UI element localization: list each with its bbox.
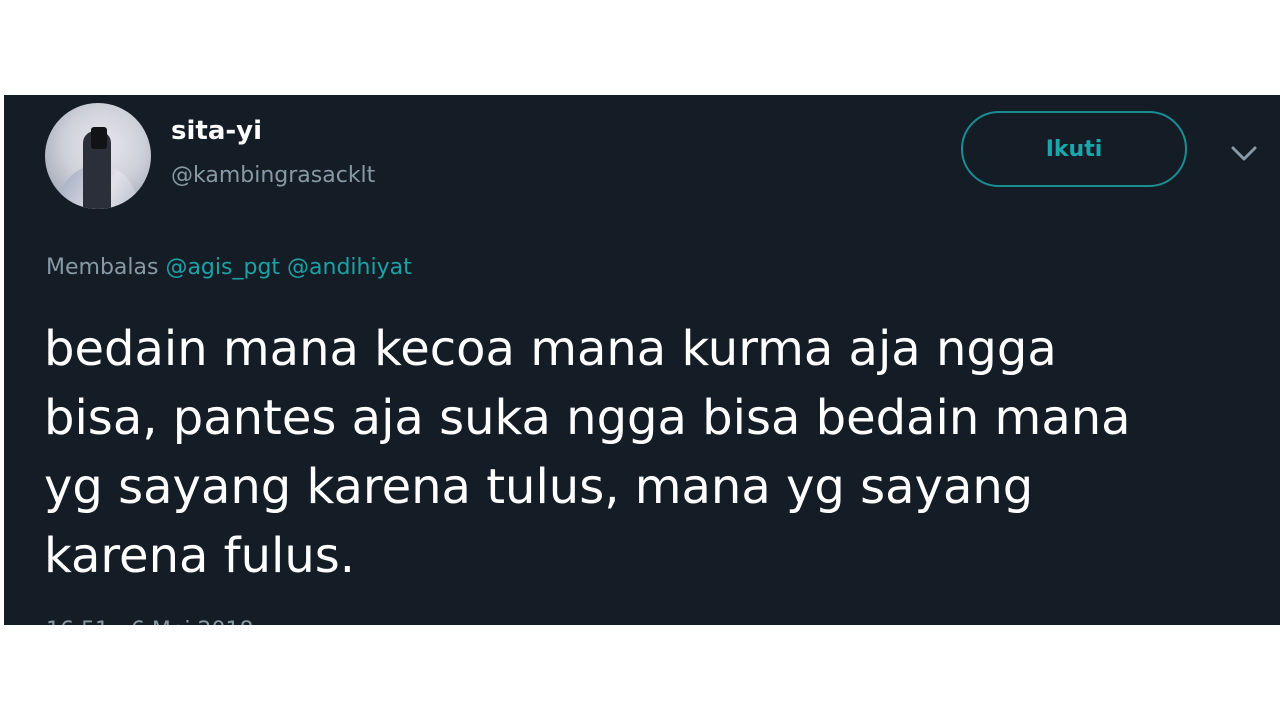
- tweet-text-line: karena fulus.: [44, 528, 356, 584]
- follow-button[interactable]: Ikuti: [961, 111, 1187, 187]
- reply-prefix: Membalas: [46, 255, 159, 280]
- avatar-phone: [91, 127, 107, 149]
- tweet-timestamp[interactable]: 16.51 - 6 Mei 2018: [46, 616, 254, 625]
- tweet-text-line: bisa, pantes aja suka ngga bisa bedain m…: [44, 390, 1131, 446]
- user-handle[interactable]: @kambingrasacklt: [171, 161, 375, 191]
- tweet-text: bedain mana kecoa mana kurma aja ngga bi…: [44, 315, 1244, 591]
- mention-link[interactable]: @andihiyat: [287, 255, 412, 280]
- chevron-down-icon[interactable]: [1230, 143, 1258, 165]
- tweet-text-line: bedain mana kecoa mana kurma aja ngga: [44, 321, 1057, 377]
- avatar[interactable]: [45, 103, 151, 209]
- reply-context: Membalas @agis_pgt @andihiyat: [46, 253, 412, 283]
- display-name[interactable]: sita-yi: [171, 114, 262, 148]
- tweet-text-line: yg sayang karena tulus, mana yg sayang: [44, 459, 1034, 515]
- tweet-card: sita-yi @kambingrasacklt Ikuti Membalas …: [4, 95, 1280, 625]
- mention-link[interactable]: @agis_pgt: [165, 255, 280, 280]
